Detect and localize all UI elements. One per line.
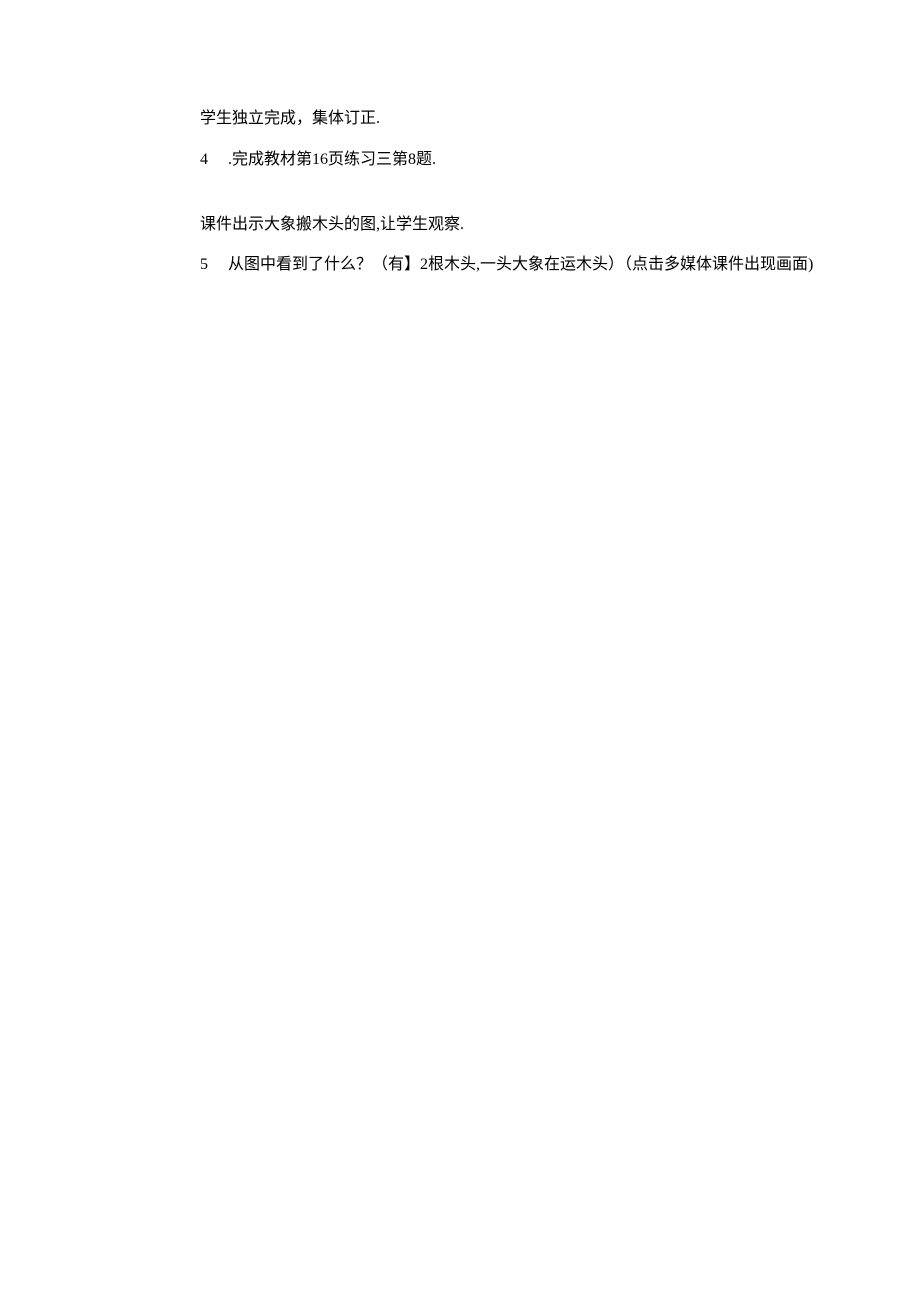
numbered-line-4: 4 .完成教材第16页练习三第8题. (200, 146, 860, 175)
line-number: 5 (200, 251, 228, 280)
text-content: 学生独立完成，集体订正. (200, 110, 380, 127)
line-text: .完成教材第16页练习三第8题. (228, 146, 860, 175)
spacer (200, 187, 860, 211)
text-line-3: 课件出示大象搬木头的图,让学生观察. (200, 211, 860, 240)
line-text: 从图中看到了什么？（有】2根木头,一头大象在运木头）（点击多媒体课件出现画面) (228, 251, 860, 280)
text-content: 课件出示大象搬木头的图,让学生观察. (200, 216, 464, 233)
text-line-1: 学生独立完成，集体订正. (200, 105, 860, 134)
line-number: 4 (200, 146, 228, 175)
numbered-line-5: 5 从图中看到了什么？（有】2根木头,一头大象在运木头）（点击多媒体课件出现画面… (200, 251, 860, 280)
